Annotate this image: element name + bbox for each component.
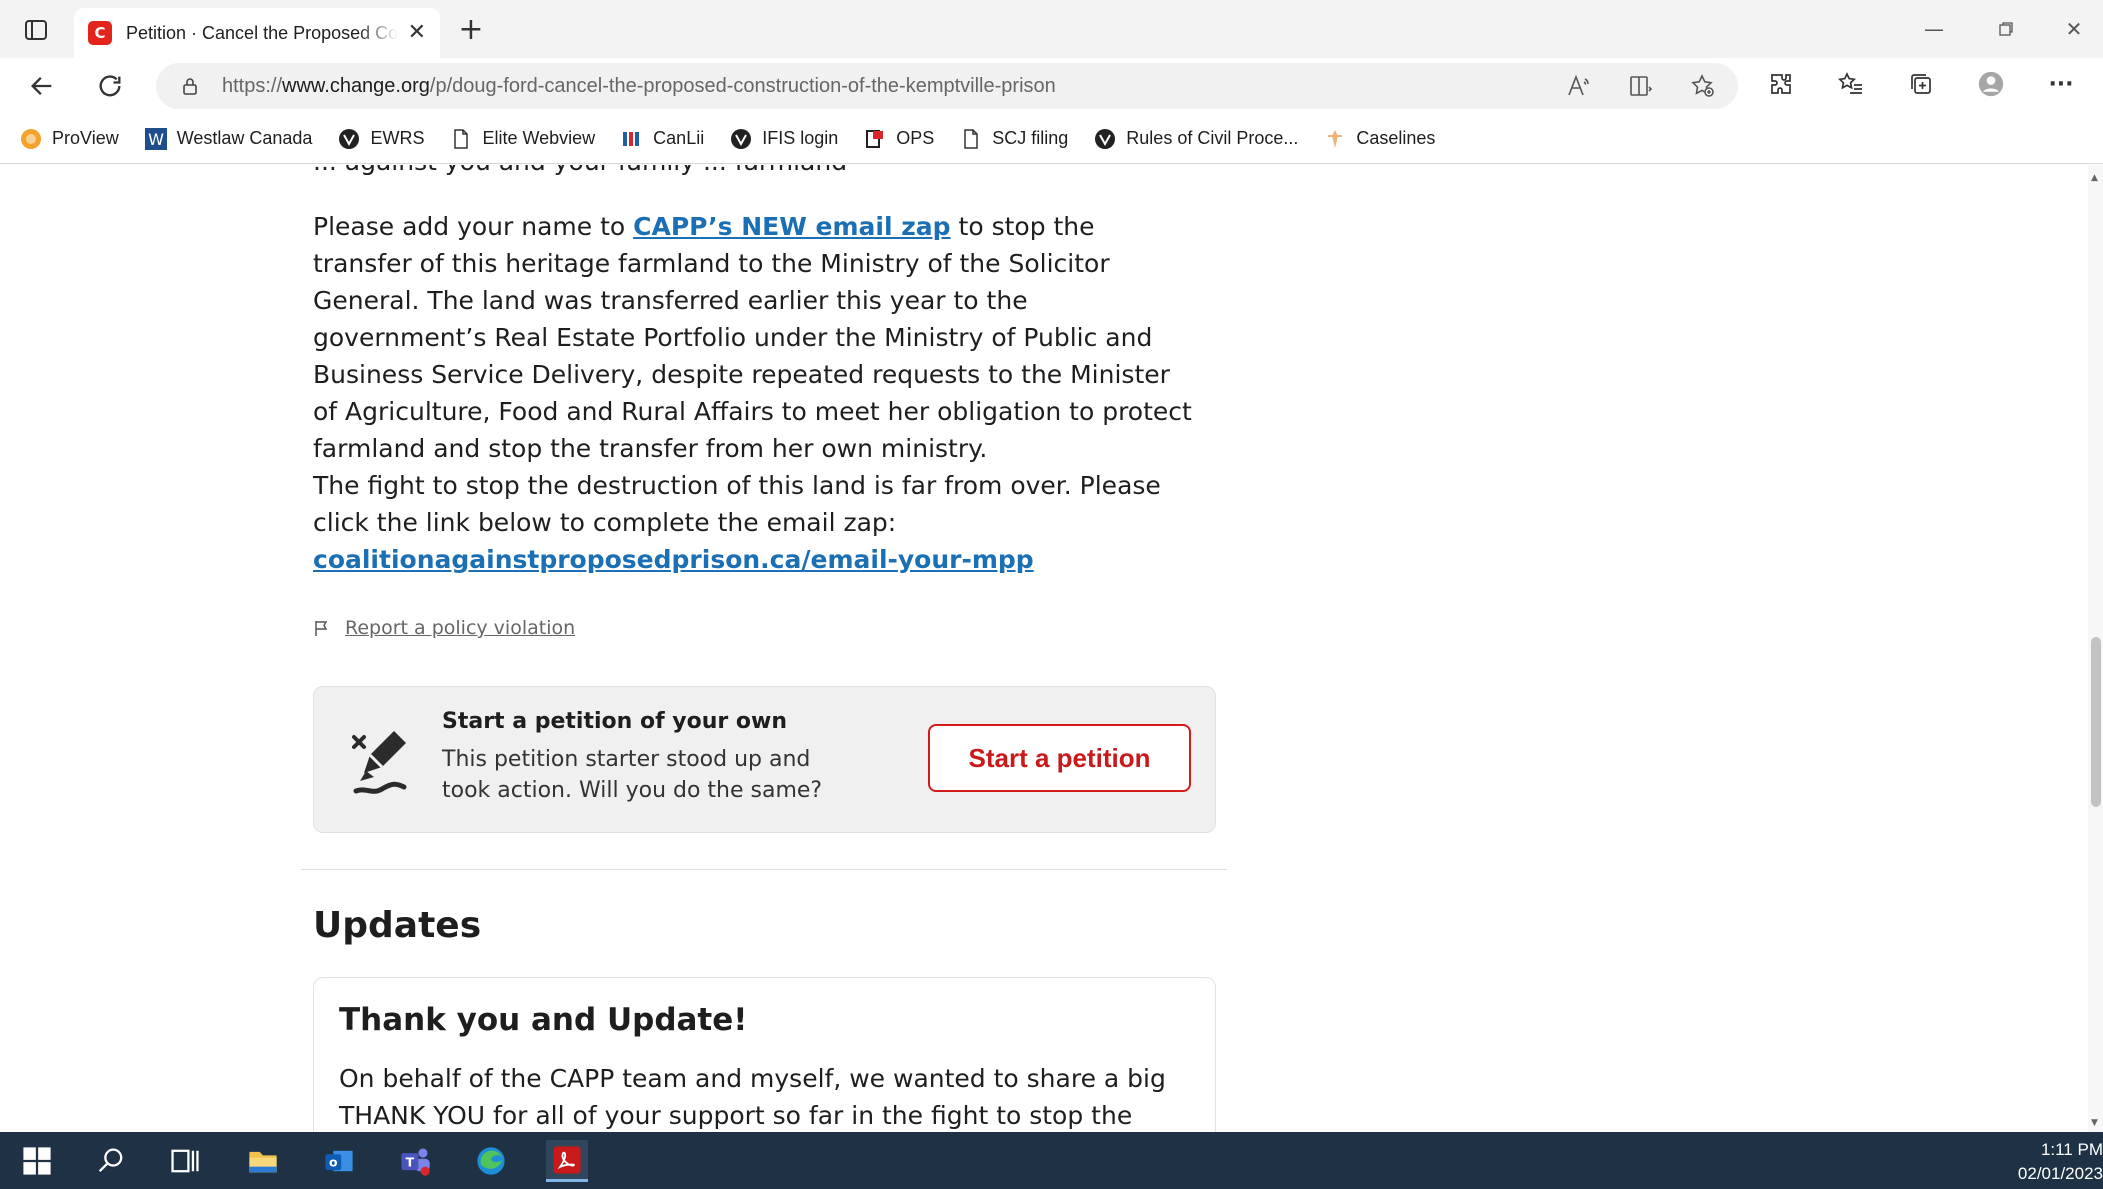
immersive-reader-icon[interactable] [1626,71,1656,101]
scrollbar-thumb[interactable] [2091,637,2101,807]
refresh-icon[interactable] [92,68,128,104]
windows-taskbar: o T 1:11 PM 02/01/2023 [0,1132,2103,1189]
email-zap-link[interactable]: CAPP’s NEW email zap [633,212,950,241]
tab-bar: C Petition · Cancel the Proposed Constru… [0,0,2103,58]
vertical-scrollbar[interactable]: ▲ ▼ [2088,165,2103,1132]
svg-text:o: o [329,1155,338,1170]
partially-visible-line: ... against you and your family ... farm… [313,165,847,180]
flag-icon [315,621,328,636]
proview-icon [20,128,42,150]
bookmark-proview[interactable]: ProView [20,128,119,150]
restore-icon[interactable] [1986,14,2026,44]
bookmark-rules-of-civil-procedure[interactable]: Rules of Civil Proce... [1094,128,1298,150]
bookmark-ops[interactable]: OPS [864,128,934,150]
fight-paragraph: The fight to stop the destruction of thi… [313,471,1161,574]
scroll-up-arrow-icon[interactable]: ▲ [2091,173,2098,183]
ops-icon [864,128,886,150]
url-field[interactable]: https://www.change.org/p/doug-ford-cance… [156,63,1738,109]
favorites-icon[interactable] [1836,69,1866,99]
westlaw-icon: W [144,127,167,150]
page-icon [450,128,472,150]
tab-title: Petition · Cancel the Proposed Construct… [126,22,398,43]
adobe-acrobat-icon[interactable] [546,1140,588,1182]
change-org-favicon-icon: C [88,21,112,45]
tab-close-icon[interactable]: ✕ [408,22,426,44]
email-zap-paragraph: Please add your name to CAPP’s NEW email… [313,212,1192,463]
pen-signature-icon [352,731,407,794]
address-toolbar: https://www.change.org/p/doug-ford-cance… [0,58,2103,114]
bookmark-ifis-login[interactable]: IFIS login [730,128,838,150]
collections-icon[interactable] [1906,69,1936,99]
extensions-icon[interactable] [1766,69,1796,99]
update-body: On behalf of the CAPP team and myself, w… [339,1064,1166,1130]
active-tab[interactable]: C Petition · Cancel the Proposed Constru… [74,8,440,58]
bookmark-westlaw-canada[interactable]: W Westlaw Canada [144,127,312,150]
url-text: https://www.change.org/p/doug-ford-cance… [222,74,1056,97]
start-petition-card: Start a petition of your own This petiti… [313,686,1216,833]
svg-text:W: W [148,130,164,149]
lock-icon[interactable] [180,76,200,96]
bookmark-caselines[interactable]: Caselines [1324,128,1435,150]
shield-icon [1094,128,1116,150]
more-options-icon[interactable]: ··· [2046,69,2076,99]
bookmark-canlii[interactable]: CanLii [621,128,704,150]
start-windows-icon[interactable] [16,1140,58,1182]
outlook-icon[interactable]: o [318,1140,360,1182]
card-description: This petition starter stood up and took … [442,747,823,803]
minimize-icon[interactable]: — [1914,14,1954,44]
report-policy-violation[interactable]: Report a policy violation [313,617,575,639]
add-favorite-icon[interactable] [1688,71,1718,101]
caselines-icon [1324,128,1346,150]
email-your-mpp-link[interactable]: coalitionagainstproposedprison.ca/email-… [313,545,1034,574]
svg-text:T: T [406,1155,415,1170]
shield-icon [338,128,360,150]
page-icon [960,128,982,150]
tab-actions-icon[interactable] [22,16,50,44]
read-aloud-icon[interactable] [1564,71,1594,101]
card-title: Start a petition of your own [442,709,788,734]
file-explorer-icon[interactable] [242,1140,284,1182]
bookmark-ewrs[interactable]: EWRS [338,128,424,150]
scroll-down-arrow-icon[interactable]: ▼ [2091,1118,2098,1128]
shield-icon [730,128,752,150]
start-petition-button[interactable]: Start a petition [928,724,1191,792]
system-clock[interactable]: 1:11 PM 02/01/2023 [1983,1138,2103,1186]
new-tab-icon[interactable]: + [456,12,486,47]
page-viewport[interactable]: ... against you and your family ... farm… [0,165,2088,1132]
bookmarks-bar: ProView W Westlaw Canada EWRS Elite Webv… [0,114,2103,164]
bookmark-scj-filing[interactable]: SCJ filing [960,128,1068,150]
search-icon[interactable] [90,1140,132,1182]
updates-heading: Updates [313,905,482,946]
update-title: Thank you and Update! [339,1002,748,1038]
task-view-icon[interactable] [164,1140,206,1182]
bookmark-elite-webview[interactable]: Elite Webview [450,128,595,150]
update-card[interactable]: Thank you and Update! On behalf of the C… [313,977,1216,1132]
back-icon[interactable] [24,68,60,104]
profile-avatar-icon[interactable] [1976,69,2006,99]
teams-icon[interactable]: T [394,1140,436,1182]
canlii-icon [621,128,643,150]
edge-icon[interactable] [470,1140,512,1182]
close-window-icon[interactable]: ✕ [2054,14,2094,44]
section-divider [301,869,1227,870]
